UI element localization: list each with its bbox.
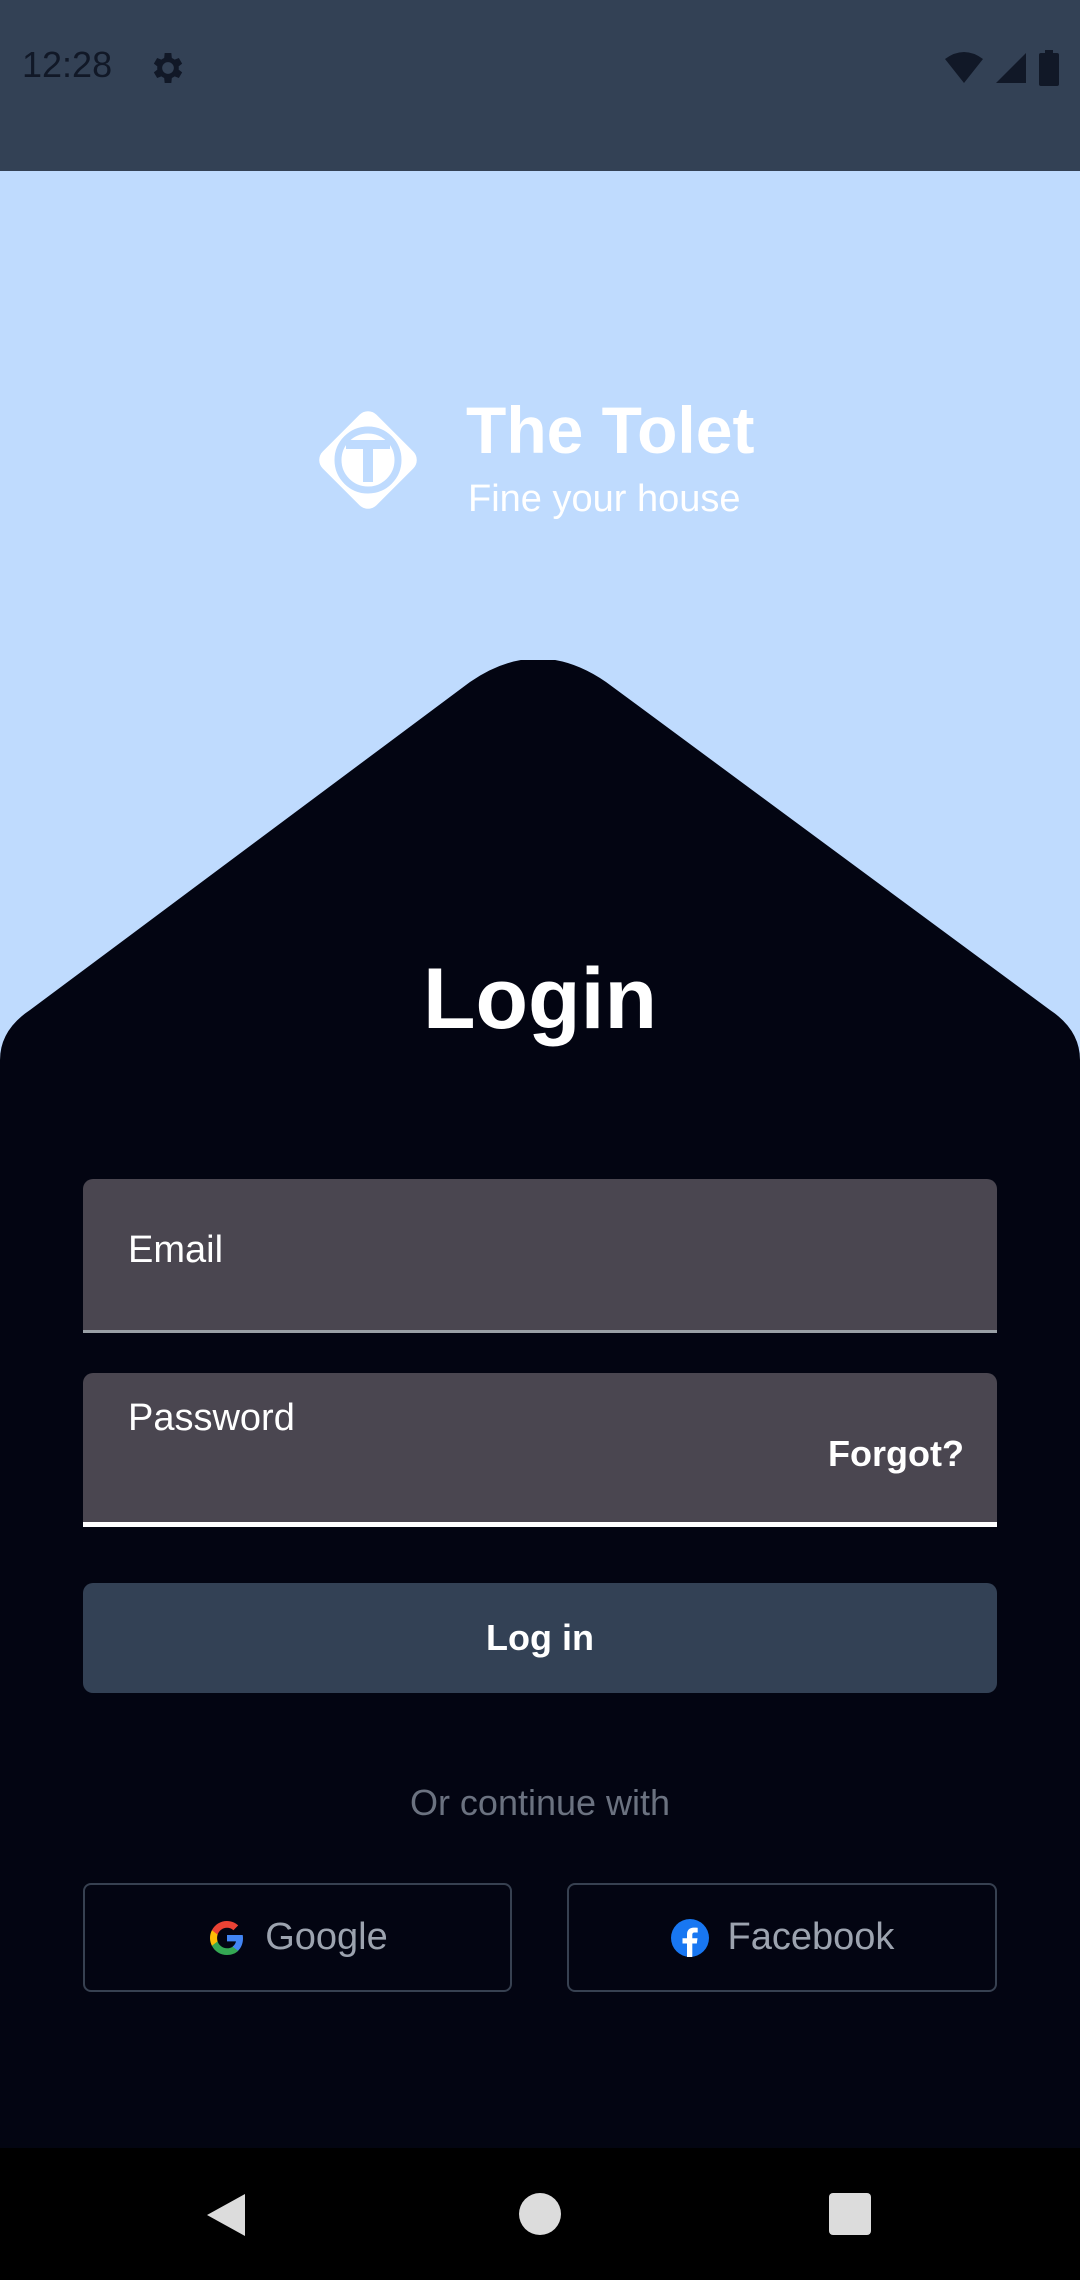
or-continue-with-text: Or continue with [409,1782,671,1823]
brand-title: The Tolet [466,393,755,467]
back-icon[interactable] [205,2192,247,2238]
battery-icon [1039,50,1059,86]
status-time: 12:28 [22,44,113,85]
navigation-bar [0,2148,1080,2280]
password-field[interactable]: Password Forgot? [83,1373,997,1527]
google-icon [210,1920,244,1955]
forgot-password-link[interactable]: Forgot? [828,1433,964,1475]
login-button[interactable]: Log in [83,1583,997,1693]
login-title: Login [422,951,658,1047]
facebook-label: Facebook [727,1916,895,1958]
gear-icon [153,53,183,83]
tolet-logo-icon [319,411,417,509]
email-label: Email [128,1229,224,1271]
email-field[interactable]: Email [83,1179,997,1333]
password-label: Password [128,1397,295,1439]
signal-icon [996,53,1026,83]
facebook-login-button[interactable]: Facebook [567,1883,997,1992]
status-bar: 12:28 [0,0,1080,171]
home-icon[interactable] [519,2193,561,2235]
google-login-button[interactable]: Google [83,1883,512,1992]
google-label: Google [265,1916,388,1958]
status-icons [944,48,1060,88]
facebook-icon [670,1918,709,1957]
brand-subtitle: Fine your house [468,478,741,520]
recents-icon[interactable] [829,2193,871,2235]
wifi-icon [945,52,983,83]
